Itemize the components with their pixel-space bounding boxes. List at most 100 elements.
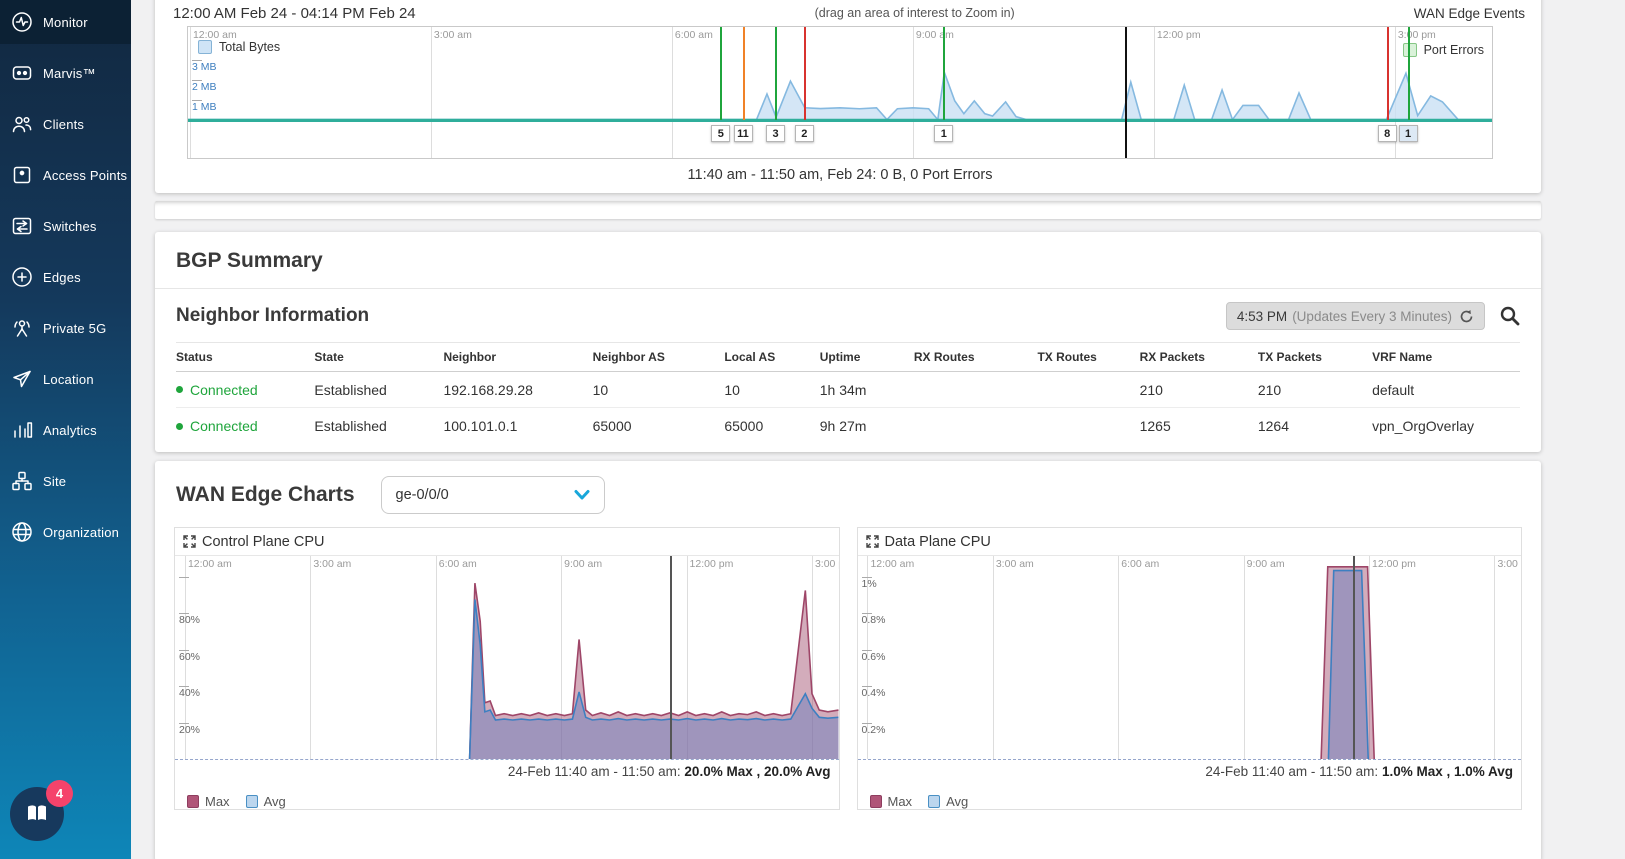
whats-new-button[interactable]: 4 [10,787,64,841]
table-cell: 1265 [1140,418,1258,434]
wan-edge-events-card: 12:00 AM Feb 24 - 04:14 PM Feb 24 (drag … [155,0,1541,193]
sidebar-item-site[interactable]: Site [0,459,131,503]
refresh-status-button[interactable]: 4:53 PM (Updates Every 3 Minutes) [1226,302,1485,330]
sidebar-item-organization[interactable]: Organization [0,510,131,554]
y-axis-tick [179,577,189,578]
status-text: Connected [190,418,258,434]
y-axis-tick: 3 MB [192,60,217,73]
table-cell: 192.168.29.28 [443,382,592,398]
column-header: Status [176,350,314,364]
selection-cursor-line[interactable] [670,556,672,759]
sidebar-item-label: Site [43,474,66,489]
expand-icon[interactable] [866,535,879,548]
selection-cursor-line[interactable] [1125,27,1127,158]
event-marker-line [1387,27,1389,121]
event-count-badge[interactable]: 5 [711,125,730,142]
data-plane-cpu-chart[interactable]: 12:00 am3:00 am6:00 am9:00 am12:00 pm3:0… [858,556,1522,760]
neighbor-table: StatusStateNeighborNeighbor ASLocal ASUp… [176,342,1520,444]
event-count-badge[interactable]: 3 [766,125,785,142]
switches-icon [10,214,34,238]
table-cell: 100.101.0.1 [443,418,592,434]
footnote-prefix: 24-Feb 11:40 am - 11:50 am: [1205,764,1382,779]
legend-avg: Avg [928,794,968,809]
site-icon [10,469,34,493]
data-plane-cpu-header: Data Plane CPU [858,528,1522,556]
sidebar-item-label: Private 5G [43,321,106,336]
wan-edge-charts-title: WAN Edge Charts [176,483,355,507]
sidebar-item-location[interactable]: Location [0,357,131,401]
table-cell: 10 [724,382,819,398]
control-plane-cpu-chart[interactable]: 12:00 am3:00 am6:00 am9:00 am12:00 pm3:0… [175,556,839,760]
y-axis-tick: 2 MB [192,80,217,93]
table-cell: 1264 [1258,418,1372,434]
expand-icon[interactable] [183,535,196,548]
events-timeline-chart[interactable]: Total Bytes Port Errors 12:00 am3:00 am6… [187,26,1493,159]
event-marker-line [775,27,777,121]
main-content: 12:00 AM Feb 24 - 04:14 PM Feb 24 (drag … [131,0,1625,859]
avg-swatch [928,795,940,808]
sidebar-item-label: Location [43,372,94,387]
table-cell: vpn_OrgOverlay [1372,418,1520,434]
table-row[interactable]: ConnectedEstablished100.101.0.1650006500… [176,408,1520,444]
event-count-badge[interactable]: 1 [1399,125,1418,142]
sidebar-item-label: Access Points [43,168,127,183]
search-icon[interactable] [1499,305,1521,327]
legend-max: Max [187,794,230,809]
sidebar-item-private-5g[interactable]: Private 5G [0,306,131,350]
sidebar-item-monitor[interactable]: Monitor [0,0,131,44]
time-range-title: 12:00 AM Feb 24 - 04:14 PM Feb 24 [173,5,416,22]
table-row[interactable]: ConnectedEstablished192.168.29.2810101h … [176,372,1520,408]
y-axis-tick: 1 MB [192,100,217,113]
footnote-value: 1.0% Max , 1.0% Avg [1382,764,1513,779]
drag-zoom-hint: (drag an area of interest to Zoom in) [416,6,1414,20]
sidebar-item-analytics[interactable]: Analytics [0,408,131,452]
status-text: Connected [190,382,258,398]
control-plane-cpu-header: Control Plane CPU [175,528,839,556]
table-cell: 1h 34m [820,382,914,398]
table-cell: Established [314,418,443,434]
event-count-badge[interactable]: 11 [734,125,753,142]
column-header: Neighbor [443,350,592,364]
wan-edge-charts-card: WAN Edge Charts ge-0/0/0 Control Plane C… [155,461,1541,859]
legend-max-label: Max [888,794,913,809]
last-updated-time: 4:53 PM [1237,309,1287,324]
table-cell: 210 [1140,382,1258,398]
control-plane-cpu-title: Control Plane CPU [202,534,325,550]
column-header: RX Routes [914,350,1038,364]
event-count-badge[interactable]: 8 [1378,125,1397,142]
column-header: VRF Name [1372,350,1520,364]
data-plane-cpu-panel: Data Plane CPU 12:00 am3:00 am6:00 am9:0… [857,527,1523,810]
wan-edge-events-label: WAN Edge Events [1414,6,1525,21]
column-header: Local AS [724,350,819,364]
table-cell: 9h 27m [820,418,914,434]
sidebar-nav: Monitor Marvis™ Clients Access Points Switch… [0,0,131,554]
y-axis-tick: 20% [179,723,200,736]
column-header: TX Packets [1258,350,1372,364]
sidebar-item-marvis-[interactable]: Marvis™ [0,51,131,95]
legend-avg: Avg [246,794,286,809]
selection-cursor-line[interactable] [1353,556,1355,759]
event-count-badge[interactable]: 2 [795,125,814,142]
sidebar-item-label: Monitor [43,15,88,30]
sidebar-item-access-points[interactable]: Access Points [0,153,131,197]
sidebar-item-clients[interactable]: Clients [0,102,131,146]
event-count-badge[interactable]: 1 [934,125,953,142]
sidebar-item-edges[interactable]: Edges [0,255,131,299]
status-dot [176,423,183,430]
event-marker-line [720,27,722,121]
access-points-icon [10,163,34,187]
column-header: RX Packets [1140,350,1258,364]
refresh-icon [1459,309,1474,324]
sidebar-item-switches[interactable]: Switches [0,204,131,248]
neighbor-table-body: ConnectedEstablished192.168.29.2810101h … [176,372,1520,444]
wan-charts-header: WAN Edge Charts ge-0/0/0 [155,476,1541,514]
interface-select[interactable]: ge-0/0/0 [381,476,605,514]
y-axis-tick: 0.2% [862,723,886,736]
y-axis-tick: 80% [179,613,200,626]
max-swatch [187,795,199,808]
status-dot [176,386,183,393]
bgp-summary-card: BGP Summary Neighbor Information 4:53 PM… [155,232,1541,452]
clients-icon [10,112,34,136]
table-cell: 65000 [593,418,725,434]
collapsed-panel-strip [155,201,1541,219]
